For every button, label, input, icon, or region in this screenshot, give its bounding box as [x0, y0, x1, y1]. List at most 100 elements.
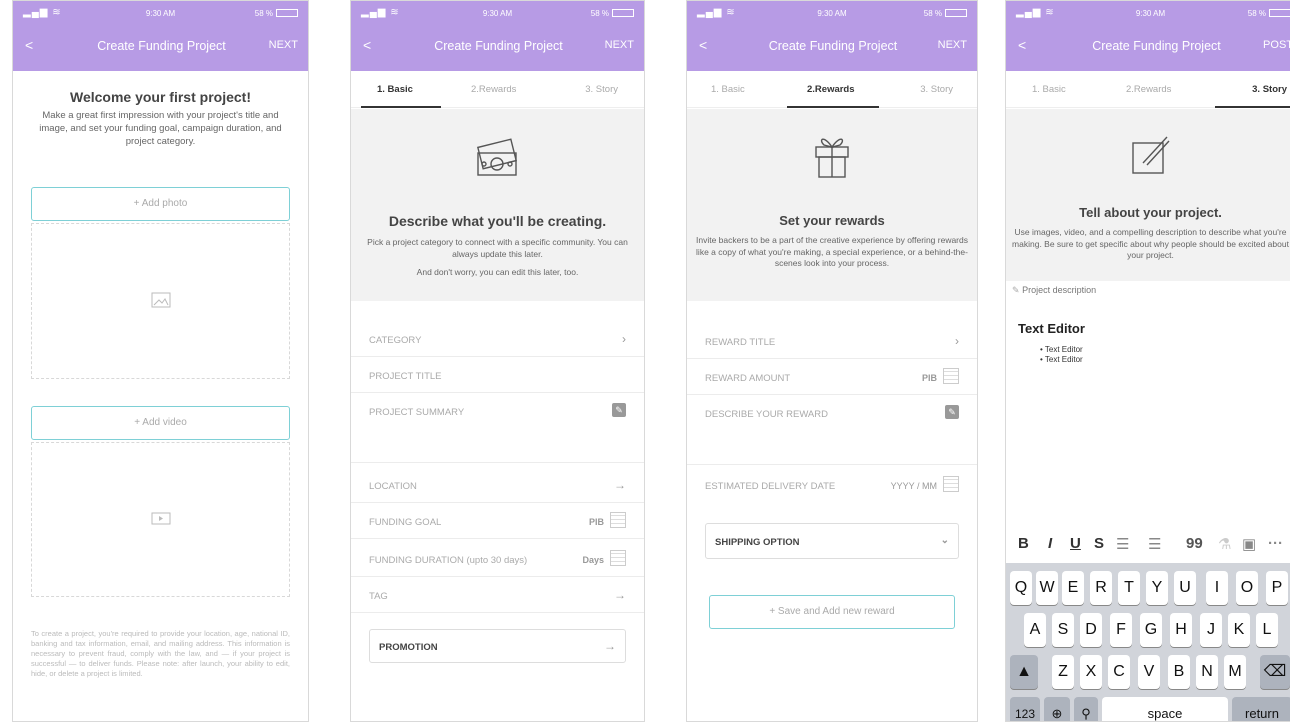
- onscreen-keyboard: Q W E R T Y U I O P A S D F G H J K L ▲ …: [1006, 563, 1290, 721]
- battery-indicator: 58 %: [924, 9, 967, 18]
- page-title: Create Funding Project: [434, 39, 563, 53]
- money-icon: [476, 138, 517, 176]
- story-intro: Use images, video, and a compelling desc…: [1012, 227, 1289, 260]
- key-d[interactable]: D: [1080, 613, 1102, 647]
- key-o[interactable]: O: [1236, 571, 1258, 605]
- space-key[interactable]: space: [1102, 697, 1228, 721]
- calendar-icon: [943, 476, 959, 492]
- tab-basic[interactable]: 1. Basic: [711, 84, 745, 95]
- delivery-date-field[interactable]: ESTIMATED DELIVERY DATE YYYY / MM: [687, 467, 977, 503]
- key-g[interactable]: G: [1140, 613, 1162, 647]
- key-j[interactable]: J: [1200, 613, 1222, 647]
- tab-story[interactable]: 3. Story: [1252, 84, 1287, 95]
- battery-indicator: 58 %: [255, 9, 298, 18]
- next-button[interactable]: NEXT: [269, 39, 298, 51]
- project-summary-field[interactable]: PROJECT SUMMARY ✎: [351, 393, 644, 463]
- key-s[interactable]: S: [1052, 613, 1074, 647]
- funding-duration-field[interactable]: FUNDING DURATION (upto 30 days) Days: [351, 541, 644, 577]
- step-tabs: 1. Basic 2.Rewards 3. Story: [687, 71, 977, 108]
- key-a[interactable]: A: [1024, 613, 1046, 647]
- key-p[interactable]: P: [1266, 571, 1288, 605]
- quote-icon[interactable]: 99: [1186, 535, 1203, 552]
- underline-button[interactable]: U: [1070, 535, 1081, 552]
- italic-button[interactable]: I: [1048, 535, 1052, 552]
- text-editor-area[interactable]: Text Editor • Text Editor • Text Editor: [1006, 301, 1290, 521]
- calculator-icon: [610, 512, 626, 528]
- describe-reward-field[interactable]: DESCRIBE YOUR REWARD ✎: [687, 395, 977, 465]
- battery-icon: [945, 9, 967, 17]
- ordered-list-icon[interactable]: ☰: [1116, 535, 1129, 553]
- key-v[interactable]: V: [1138, 655, 1160, 689]
- status-bar: ▂▄▆ ≋ 9:30 AM 58 %: [361, 7, 634, 21]
- funding-goal-field[interactable]: FUNDING GOAL PIB: [351, 503, 644, 539]
- battery-icon: [1269, 9, 1290, 17]
- microphone-key[interactable]: ⚲: [1074, 697, 1098, 721]
- video-placeholder[interactable]: [31, 442, 290, 597]
- key-i[interactable]: I: [1206, 571, 1228, 605]
- tab-story[interactable]: 3. Story: [920, 84, 953, 95]
- screen-rewards: ▂▄▆ ≋ 9:30 AM 58 % < Create Funding Proj…: [686, 0, 978, 722]
- reward-amount-field[interactable]: REWARD AMOUNT PIB: [687, 359, 977, 395]
- key-n[interactable]: N: [1196, 655, 1218, 689]
- key-l[interactable]: L: [1256, 613, 1278, 647]
- key-c[interactable]: C: [1108, 655, 1130, 689]
- key-w[interactable]: W: [1036, 571, 1058, 605]
- key-q[interactable]: Q: [1010, 571, 1032, 605]
- app-header: ▂▄▆ ≋ 9:30 AM 58 % < Create Funding Proj…: [1006, 1, 1290, 71]
- return-key[interactable]: return: [1232, 697, 1290, 721]
- editor-title: Text Editor: [1018, 321, 1085, 336]
- key-u[interactable]: U: [1174, 571, 1196, 605]
- calendar-icon: [610, 550, 626, 566]
- globe-key[interactable]: ⊕: [1044, 697, 1070, 721]
- screen-story: ▂▄▆ ≋ 9:30 AM 58 % < Create Funding Proj…: [1005, 0, 1290, 722]
- tab-rewards[interactable]: 2.Rewards: [807, 84, 855, 95]
- bold-button[interactable]: B: [1018, 535, 1029, 552]
- project-title-field[interactable]: PROJECT TITLE: [351, 357, 644, 393]
- location-field[interactable]: LOCATION →: [351, 467, 644, 503]
- key-b[interactable]: B: [1168, 655, 1190, 689]
- reward-title-field[interactable]: REWARD TITLE ›: [687, 323, 977, 359]
- numbers-key[interactable]: 123: [1010, 697, 1040, 721]
- arrow-right-icon: →: [604, 639, 616, 653]
- bullet-list-icon[interactable]: ☰: [1148, 535, 1161, 553]
- backspace-key[interactable]: ⌫: [1260, 655, 1290, 689]
- link-icon[interactable]: ⚗: [1218, 535, 1231, 553]
- photo-placeholder[interactable]: [31, 223, 290, 379]
- key-r[interactable]: R: [1090, 571, 1112, 605]
- key-k[interactable]: K: [1228, 613, 1250, 647]
- key-m[interactable]: M: [1224, 655, 1246, 689]
- key-f[interactable]: F: [1110, 613, 1132, 647]
- tab-rewards[interactable]: 2.Rewards: [471, 84, 516, 95]
- add-video-button[interactable]: + Add video: [31, 406, 290, 440]
- key-y[interactable]: Y: [1146, 571, 1168, 605]
- promotion-button[interactable]: PROMOTION →: [369, 629, 626, 663]
- shift-key[interactable]: ▲: [1010, 655, 1038, 689]
- legal-fineprint: To create a project, you're required to …: [31, 629, 290, 678]
- save-add-reward-button[interactable]: + Save and Add new reward: [709, 595, 955, 629]
- category-field[interactable]: CATEGORY ›: [351, 321, 644, 357]
- key-h[interactable]: H: [1170, 613, 1192, 647]
- next-button[interactable]: NEXT: [938, 39, 967, 51]
- key-z[interactable]: Z: [1052, 655, 1074, 689]
- next-button[interactable]: NEXT: [605, 39, 634, 51]
- key-t[interactable]: T: [1118, 571, 1140, 605]
- calculator-icon: [943, 368, 959, 384]
- key-x[interactable]: X: [1080, 655, 1102, 689]
- tab-story[interactable]: 3. Story: [585, 84, 618, 95]
- key-e[interactable]: E: [1062, 571, 1084, 605]
- tab-rewards[interactable]: 2.Rewards: [1126, 84, 1171, 95]
- tag-field[interactable]: TAG →: [351, 577, 644, 613]
- intro-panel: Set your rewards Invite backers to be a …: [687, 109, 977, 301]
- post-button[interactable]: POST: [1263, 39, 1290, 51]
- strikethrough-button[interactable]: S: [1094, 535, 1104, 552]
- page-title: Create Funding Project: [97, 39, 226, 53]
- intro-panel: Describe what you'll be creating. Pick a…: [351, 109, 644, 301]
- chevron-right-icon: ›: [622, 332, 626, 346]
- image-insert-icon[interactable]: ▣: [1242, 535, 1256, 553]
- more-icon[interactable]: ···: [1268, 535, 1283, 552]
- add-photo-button[interactable]: + Add photo: [31, 187, 290, 221]
- shipping-option-select[interactable]: SHIPPING OPTION ⌄: [705, 523, 959, 559]
- tab-basic[interactable]: 1. Basic: [1032, 84, 1066, 95]
- battery-icon: [276, 9, 298, 17]
- tab-basic[interactable]: 1. Basic: [377, 84, 413, 95]
